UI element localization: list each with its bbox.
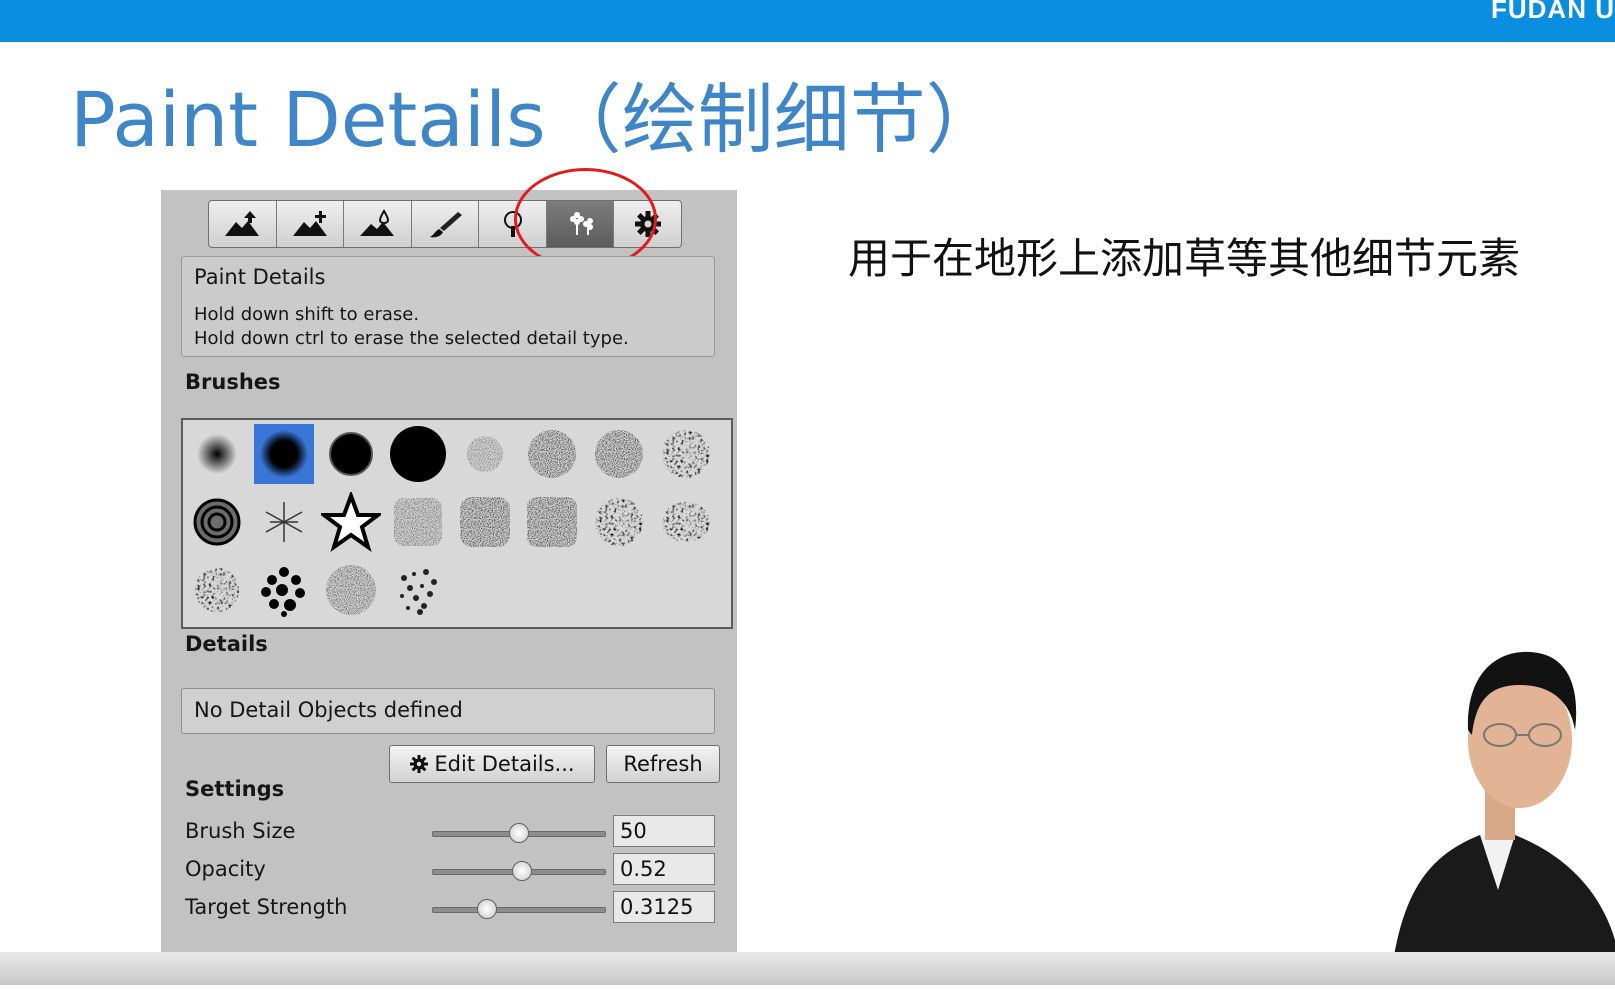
- top-banner: FUDAN U: [0, 0, 1615, 42]
- flowers-icon: [570, 212, 594, 235]
- soft-round-brush-icon: [197, 434, 237, 474]
- rough-texture-brush-icon: [460, 497, 510, 547]
- star-brush-icon: [321, 492, 381, 552]
- mountain-plus-icon: [292, 211, 327, 236]
- brand-text: FUDAN U: [1491, 0, 1615, 24]
- brush-grid: [181, 418, 733, 629]
- brush-size-row: Brush Size: [185, 815, 715, 849]
- brush-size-slider[interactable]: [432, 823, 606, 843]
- brush-7[interactable]: [589, 424, 649, 484]
- brush-2-selected[interactable]: [254, 424, 314, 484]
- brush-9[interactable]: [187, 492, 247, 552]
- clump-brush-icon: [195, 568, 239, 612]
- brush-size-label: Brush Size: [185, 819, 296, 843]
- scatter-flakes-brush-icon: [326, 565, 376, 615]
- brush-12[interactable]: [388, 492, 448, 552]
- brush-8[interactable]: [656, 424, 716, 484]
- slider-thumb[interactable]: [476, 899, 497, 919]
- noise-texture-brush-icon: [394, 498, 442, 546]
- bottom-shade: [0, 952, 1615, 985]
- refresh-button[interactable]: Refresh: [606, 745, 720, 783]
- brush-11[interactable]: [321, 492, 381, 552]
- medium-round-brush-icon: [260, 430, 308, 478]
- streak-texture-brush-icon: [527, 497, 577, 547]
- brush-1[interactable]: [187, 424, 247, 484]
- blob-brush-icon: [193, 498, 241, 546]
- target-strength-slider[interactable]: [432, 899, 606, 919]
- brush-16[interactable]: [656, 492, 716, 552]
- slider-thumb[interactable]: [512, 861, 533, 881]
- tool-place-trees[interactable]: [479, 201, 547, 247]
- tool-paint-height[interactable]: [277, 201, 345, 247]
- brush-4[interactable]: [388, 424, 448, 484]
- brush-20[interactable]: [388, 560, 448, 620]
- tool-raise-lower-terrain[interactable]: [209, 201, 277, 247]
- slider-thumb[interactable]: [509, 823, 529, 843]
- brush-5[interactable]: [455, 424, 515, 484]
- terrain-toolbar: [208, 200, 682, 248]
- brush-19[interactable]: [321, 560, 381, 620]
- tree-icon: [503, 211, 522, 237]
- smudge-brush-icon: [595, 498, 643, 546]
- opacity-slider[interactable]: [432, 861, 606, 881]
- tool-paint-texture[interactable]: [412, 201, 480, 247]
- opacity-label: Opacity: [185, 857, 266, 881]
- opacity-row: Opacity: [185, 853, 715, 887]
- presenter-video: [1380, 640, 1615, 985]
- brush-6[interactable]: [522, 424, 582, 484]
- terrain-inspector-panel: Paint Details Hold down shift to erase. …: [161, 168, 737, 960]
- ring-speckle-brush-icon: [595, 430, 643, 478]
- presenter-silhouette-icon: [1390, 651, 1615, 985]
- mountain-arrow-icon: [225, 211, 260, 236]
- target-strength-field[interactable]: [613, 891, 715, 923]
- scatter-dots-brush-icon: [400, 569, 437, 615]
- brush-13[interactable]: [455, 492, 515, 552]
- details-heading: Details: [185, 632, 268, 656]
- brush-10[interactable]: [254, 492, 314, 552]
- edit-details-button[interactable]: Edit Details...: [389, 745, 595, 783]
- tool-terrain-settings[interactable]: [614, 201, 681, 247]
- target-strength-label: Target Strength: [185, 895, 348, 919]
- tool-smooth-height[interactable]: [344, 201, 412, 247]
- info-title: Paint Details: [194, 265, 326, 289]
- paint-details-info-box: Paint Details Hold down shift to erase. …: [181, 256, 715, 357]
- brush-icon: [430, 212, 463, 238]
- settings-heading: Settings: [185, 777, 285, 801]
- target-strength-row: Target Strength: [185, 891, 715, 925]
- brush-3[interactable]: [321, 424, 381, 484]
- starburst-brush-icon: [265, 502, 303, 542]
- detail-objects-list[interactable]: No Detail Objects defined: [181, 688, 715, 734]
- gear-icon: [634, 211, 661, 237]
- tool-paint-details[interactable]: [546, 201, 615, 247]
- info-line-erase-selected: Hold down ctrl to erase the selected det…: [194, 328, 629, 349]
- cloud-brush-icon: [662, 502, 710, 542]
- slide-description: 用于在地形上添加草等其他细节元素: [848, 234, 1521, 283]
- brushes-heading: Brushes: [185, 370, 281, 394]
- brush-15[interactable]: [589, 492, 649, 552]
- brush-17[interactable]: [187, 560, 247, 620]
- slide-title: Paint Details（绘制细节）: [70, 75, 1002, 164]
- splatter-brush-icon: [662, 430, 710, 478]
- edit-details-label: Edit Details...: [434, 752, 575, 776]
- hard-round-brush-icon: [329, 432, 373, 476]
- gear-icon: [410, 755, 429, 773]
- opacity-field[interactable]: [613, 853, 715, 885]
- mountain-drop-icon: [360, 209, 395, 236]
- dense-speckle-brush-icon: [528, 430, 576, 478]
- sparse-speckle-brush-icon: [467, 436, 503, 472]
- dots-brush-icon: [261, 567, 305, 617]
- brush-size-field[interactable]: [613, 815, 715, 847]
- brush-18[interactable]: [254, 560, 314, 620]
- brush-14[interactable]: [522, 492, 582, 552]
- large-hard-brush-icon: [390, 426, 446, 482]
- info-line-erase: Hold down shift to erase.: [194, 304, 420, 325]
